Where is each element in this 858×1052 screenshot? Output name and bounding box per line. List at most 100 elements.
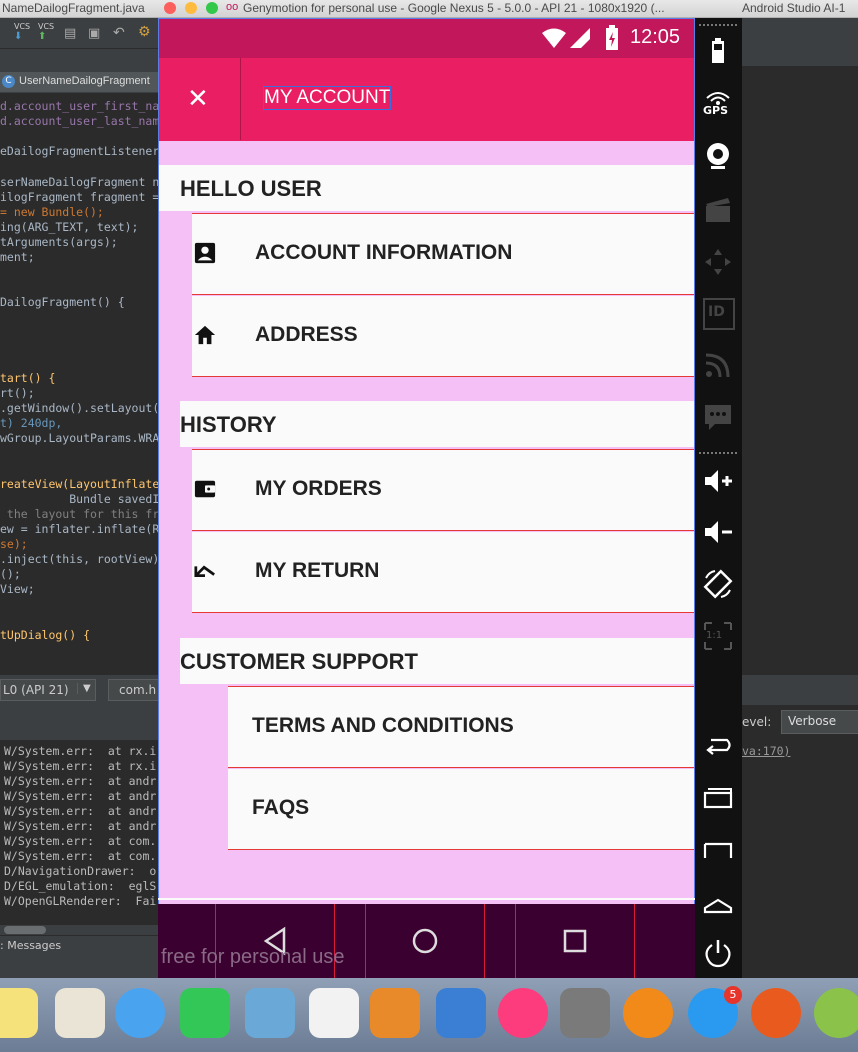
editor-tab[interactable]: C UserNameDailogFragment: [0, 72, 158, 92]
code-line: tUpDialog() {: [0, 627, 91, 642]
vcs-update-icon[interactable]: ⬇: [14, 31, 22, 42]
keynote-app-icon[interactable]: [436, 988, 486, 1038]
dpad-icon[interactable]: [703, 247, 733, 277]
tool-window-bar: : Messages: [0, 936, 158, 978]
code-line: ();: [0, 567, 21, 582]
volume-down-icon[interactable]: [703, 517, 733, 547]
zoom-window-button[interactable]: [206, 2, 218, 14]
code-line: serNameDailogFragment n: [0, 174, 160, 189]
device-id-icon[interactable]: ID: [703, 298, 735, 330]
itunes-app-icon[interactable]: [498, 988, 548, 1038]
android-menu-icon[interactable]: [703, 836, 733, 866]
notes-app-icon[interactable]: [0, 988, 38, 1038]
code-line: .getWindow().setLayout(: [0, 401, 160, 415]
tools-icon[interactable]: ⚙: [138, 24, 151, 40]
scale-label: 1:1: [706, 630, 723, 641]
close-window-button[interactable]: [164, 2, 176, 14]
log-line: W/System.err: at andr: [4, 819, 157, 833]
android-studio-app-icon[interactable]: [814, 988, 858, 1038]
code-line: d.account_user_last_nam: [0, 114, 160, 129]
minimize-window-button[interactable]: [185, 2, 197, 14]
log-line: W/System.err: at rx.i: [4, 759, 157, 773]
android-home-icon[interactable]: [703, 888, 733, 918]
recents-icon[interactable]: [560, 926, 590, 956]
editor-tab-bar: C UserNameDailogFragment: [0, 71, 158, 93]
editor-tab-label: UserNameDailogFragment: [19, 75, 150, 87]
nav-divider: [484, 904, 485, 978]
code-line: DailogFragment() {: [0, 295, 125, 310]
personal-use-watermark: free for personal use: [161, 946, 345, 968]
code-editor[interactable]: d.account_user_first_na d.account_user_la…: [0, 93, 166, 675]
log-link[interactable]: va:170): [742, 744, 790, 758]
layout-bounds-overlay: [158, 18, 695, 978]
code-line: d.account_user_first_na: [0, 99, 160, 113]
battery-icon[interactable]: [703, 36, 733, 66]
log-level-value: Verbose: [788, 714, 837, 728]
power-icon[interactable]: [703, 938, 733, 968]
ibooks-app-icon[interactable]: [623, 988, 673, 1038]
log-line: D/NavigationDrawer: o: [4, 864, 157, 878]
history-icon[interactable]: ▤: [64, 26, 76, 41]
firefox-app-icon[interactable]: [751, 988, 801, 1038]
log-line: W/System.err: at andr: [4, 804, 157, 818]
capture-icon[interactable]: [703, 195, 733, 225]
logcat-output[interactable]: W/System.err: at rx.i W/System.err: at rx…: [0, 740, 158, 935]
home-circle-icon[interactable]: [410, 926, 440, 956]
code-line: = new Bundle();: [0, 204, 104, 219]
ide-right-toolbar: [742, 18, 858, 66]
messages-tab[interactable]: : Messages: [0, 939, 61, 952]
app-store-badge: 5: [724, 986, 742, 1004]
code-line: eDailogFragmentListener: [0, 144, 160, 159]
code-line: Bundle savedI: [0, 491, 160, 506]
rotate-icon[interactable]: [703, 569, 733, 599]
facetime-app-icon[interactable]: [180, 988, 230, 1038]
left-window-title: NameDailogFragment.java: [2, 1, 145, 15]
code-line: tart() {: [0, 370, 56, 385]
log-line: D/EGL_emulation: eglS: [4, 879, 157, 893]
rss-icon[interactable]: [703, 350, 733, 380]
navigation-bar: free for personal use: [158, 904, 695, 978]
code-line: t) 240dp,: [0, 416, 63, 431]
webcam-icon[interactable]: [703, 141, 733, 171]
genymotion-logo-icon: oo: [226, 1, 239, 13]
compare-icon[interactable]: ▣: [88, 26, 100, 41]
android-back-icon[interactable]: [703, 730, 733, 760]
photo-booth-app-icon[interactable]: [245, 988, 295, 1038]
genymotion-side-panel: GPS ID 1:1: [695, 18, 742, 978]
android-recents-icon[interactable]: [703, 783, 733, 813]
scrollbar-thumb[interactable]: [4, 926, 46, 934]
sms-icon[interactable]: [703, 402, 733, 432]
device-select[interactable]: L0 (API 21) ▼: [0, 679, 96, 701]
nav-divider: [365, 904, 366, 978]
emulator-screen: 12:05 ✕ MY ACCOUNT HELLO USER ACCOUNT IN…: [158, 18, 695, 978]
vcs-commit-icon[interactable]: ⬆: [38, 31, 46, 42]
contacts-app-icon[interactable]: [55, 988, 105, 1038]
code-line: reateView(LayoutInflate: [0, 476, 160, 491]
nav-divider: [515, 904, 516, 978]
package-select[interactable]: com.h: [108, 679, 160, 701]
vcs-update-label: VCS: [14, 22, 31, 31]
code-line: ilogFragment fragment =: [0, 189, 160, 204]
volume-up-icon[interactable]: [703, 466, 733, 496]
numbers-app-icon[interactable]: [309, 988, 359, 1038]
chevron-down-icon: ▼: [77, 683, 91, 694]
window-title: Genymotion for personal use - Google Nex…: [243, 1, 665, 15]
log-level-select[interactable]: Verbose: [781, 710, 858, 734]
code-line: ing(ARG_TEXT, text);: [0, 219, 139, 234]
logcat-scrollbar[interactable]: [0, 925, 158, 935]
log-line: W/System.err: at andr: [4, 789, 157, 803]
log-level-label: evel:: [742, 715, 772, 729]
messages-app-icon[interactable]: [115, 988, 165, 1038]
pages-app-icon[interactable]: [370, 988, 420, 1038]
log-line: W/System.err: at andr: [4, 774, 157, 788]
bottom-divider: [158, 898, 695, 900]
system-preferences-app-icon[interactable]: [560, 988, 610, 1038]
code-line: ment;: [0, 250, 35, 264]
window-title-bar: NameDailogFragment.java oo Genymotion fo…: [0, 0, 858, 18]
revert-icon[interactable]: ↶: [113, 25, 125, 41]
device-select-value: L0 (API 21): [3, 683, 69, 697]
log-line: W/OpenGLRenderer: Fai: [4, 894, 157, 908]
log-level-bar: evel:: [742, 675, 858, 729]
code-line: ew = inflater.inflate(R: [0, 521, 160, 536]
code-line: the layout for this fra: [0, 506, 167, 521]
